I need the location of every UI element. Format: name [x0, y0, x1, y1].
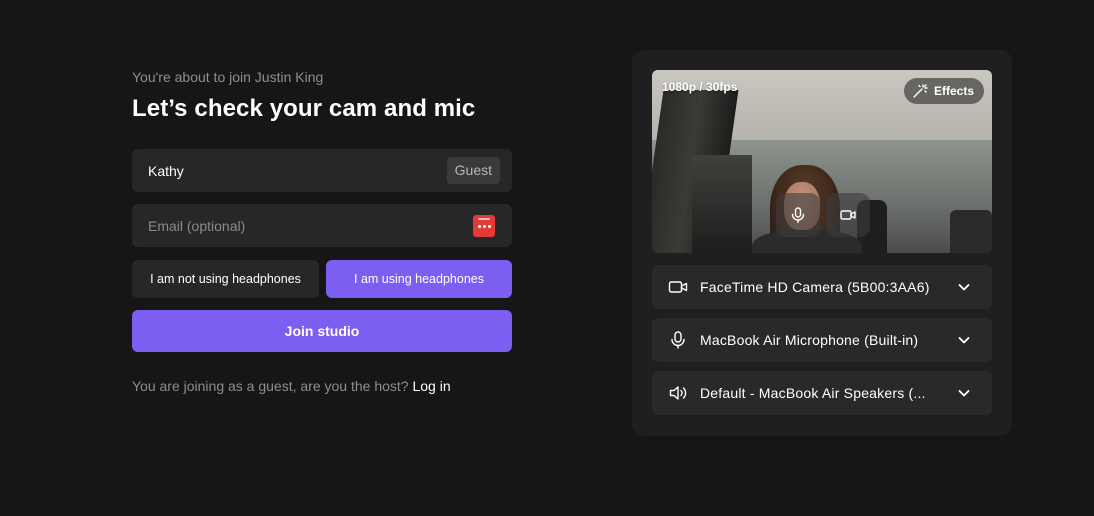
join-studio-button[interactable]: Join studio — [132, 310, 512, 352]
microphone-select[interactable]: MacBook Air Microphone (Built-in) — [652, 318, 992, 362]
email-field — [132, 204, 512, 247]
microphone-select-label: MacBook Air Microphone (Built-in) — [700, 332, 919, 348]
effects-button[interactable]: Effects — [903, 78, 984, 104]
chevron-down-icon — [956, 279, 972, 295]
guest-note: You are joining as a guest, are you the … — [132, 378, 451, 394]
effects-label: Effects — [933, 84, 974, 98]
name-field: Guest — [132, 149, 512, 192]
speaker-select-label: Default - MacBook Air Speakers (... — [700, 385, 926, 401]
mic-toggle-button[interactable] — [776, 193, 820, 237]
join-form: You're about to join Justin King Let’s c… — [132, 68, 512, 394]
magic-wand-icon — [913, 84, 928, 98]
page: You're about to join Justin King Let’s c… — [0, 0, 1094, 516]
page-title: Let’s check your cam and mic — [132, 95, 476, 122]
guest-badge: Guest — [446, 157, 500, 184]
password-manager-icon[interactable] — [473, 214, 495, 237]
camera-select[interactable]: FaceTime HD Camera (5B00:3AA6) — [652, 265, 992, 309]
login-link[interactable]: Log in — [412, 378, 450, 394]
not-using-headphones-button[interactable]: I am not using headphones — [132, 260, 319, 298]
join-subtitle: You're about to join Justin King — [132, 69, 324, 85]
preview-controls — [776, 193, 870, 237]
video-camera-icon — [840, 210, 856, 220]
email-input[interactable] — [132, 204, 473, 247]
camera-preview: 1080p / 30fps Effects — [652, 70, 992, 253]
chevron-down-icon — [956, 385, 972, 401]
microphone-icon — [791, 207, 805, 224]
camera-toggle-button[interactable] — [826, 193, 870, 237]
using-headphones-button[interactable]: I am using headphones — [326, 260, 512, 298]
preview-shelf — [692, 155, 752, 253]
preview-lamp — [950, 210, 992, 253]
camera-select-label: FaceTime HD Camera (5B00:3AA6) — [700, 279, 930, 295]
speaker-select[interactable]: Default - MacBook Air Speakers (... — [652, 371, 992, 415]
name-input[interactable] — [132, 149, 447, 192]
resolution-label: 1080p / 30fps — [662, 80, 738, 94]
guest-note-text: You are joining as a guest, are you the … — [132, 378, 409, 394]
video-camera-icon — [668, 277, 688, 297]
chevron-down-icon — [956, 332, 972, 348]
headphones-toggle: I am not using headphones I am using hea… — [132, 260, 512, 298]
speaker-icon — [668, 383, 688, 403]
microphone-icon — [668, 330, 688, 350]
device-panel: 1080p / 30fps Effects FaceTime HD Camera… — [632, 50, 1012, 436]
